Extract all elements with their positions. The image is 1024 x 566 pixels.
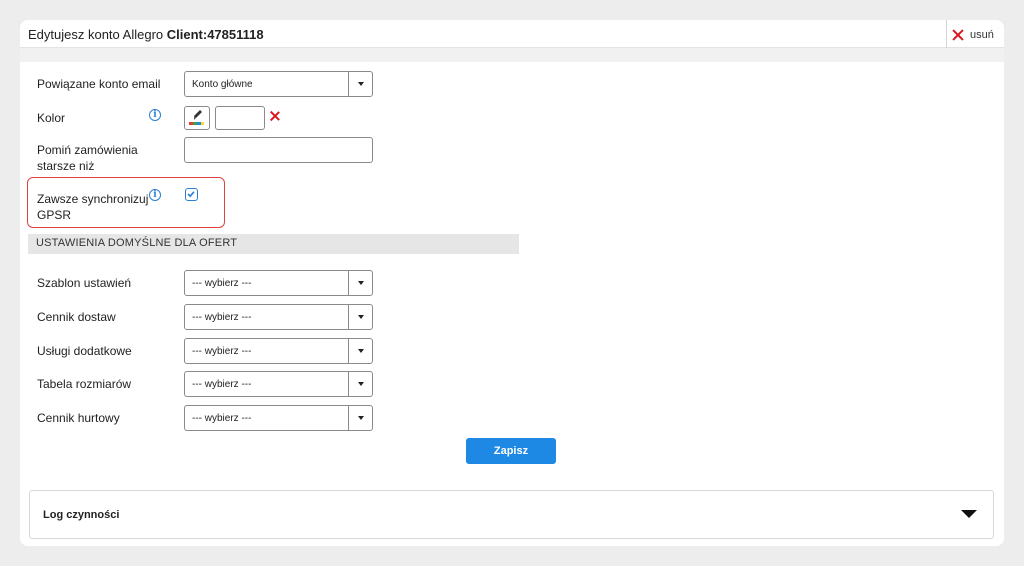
additional-services-select[interactable]: --- wybierz --- <box>184 338 373 364</box>
skip-orders-label-line1: Pomiń zamówienia <box>37 143 138 157</box>
template-label: Szablon ustawień <box>37 276 132 290</box>
additional-services-value: --- wybierz --- <box>192 346 252 357</box>
shipping-rates-value: --- wybierz --- <box>192 312 252 323</box>
shipping-rates-select[interactable]: --- wybierz --- <box>184 304 373 330</box>
card-header: Edytujesz konto Allegro Client:47851118 … <box>20 20 1004 48</box>
skip-orders-label-line2: starsze niż <box>37 159 95 173</box>
save-button[interactable]: Zapisz <box>466 438 556 464</box>
info-icon[interactable]: i <box>149 109 161 121</box>
template-select[interactable]: --- wybierz --- <box>184 270 373 296</box>
paint-bucket-icon <box>189 110 204 125</box>
wholesale-pricing-label: Cennik hurtowy <box>37 411 120 425</box>
activity-log-panel[interactable]: Log czynności <box>29 490 994 539</box>
color-picker-button[interactable] <box>184 106 210 130</box>
sync-gpsr-label-line2: GPSR <box>37 208 72 222</box>
skip-orders-field[interactable] <box>184 137 373 163</box>
caret-down-icon <box>348 72 372 96</box>
color-value-field[interactable] <box>215 106 265 130</box>
email-account-select[interactable]: Konto główne <box>184 71 373 97</box>
defaults-section-title: USTAWIENIA DOMYŚLNE DLA OFERT <box>36 237 238 249</box>
caret-down-icon <box>348 339 372 363</box>
sync-gpsr-label-line1: Zawsze synchronizuj <box>37 192 149 206</box>
defaults-section-header: USTAWIENIA DOMYŚLNE DLA OFERT <box>28 234 519 254</box>
caret-down-icon <box>348 271 372 295</box>
header-band <box>20 48 1004 62</box>
wholesale-pricing-select[interactable]: --- wybierz --- <box>184 405 373 431</box>
info-icon[interactable]: i <box>149 189 161 201</box>
header-divider <box>946 20 947 48</box>
wholesale-pricing-value: --- wybierz --- <box>192 413 252 424</box>
email-account-label: Powiązane konto email <box>37 77 161 91</box>
activity-log-title: Log czynności <box>43 509 120 521</box>
clear-color-icon[interactable] <box>270 111 280 121</box>
edit-account-card: Edytujesz konto Allegro Client:47851118 … <box>20 20 1004 546</box>
size-table-select[interactable]: --- wybierz --- <box>184 371 373 397</box>
color-label: Kolor <box>37 111 66 125</box>
title-client-id: Client:47851118 <box>166 27 264 42</box>
close-icon <box>952 29 964 41</box>
skip-orders-label: Pomiń zamówienia starsze niż <box>37 142 138 174</box>
delete-button[interactable]: usuń <box>952 26 994 44</box>
template-value: --- wybierz --- <box>192 278 252 289</box>
email-account-value: Konto główne <box>192 79 253 90</box>
caret-down-icon <box>348 305 372 329</box>
size-table-value: --- wybierz --- <box>192 379 252 390</box>
checkmark-icon <box>187 191 195 198</box>
additional-services-label: Usługi dodatkowe <box>37 344 132 358</box>
shipping-rates-label: Cennik dostaw <box>37 310 116 324</box>
caret-down-icon <box>348 372 372 396</box>
title-prefix: Edytujesz konto Allegro <box>28 27 164 42</box>
caret-down-icon <box>348 406 372 430</box>
sync-gpsr-label: Zawsze synchronizuj GPSR <box>37 191 148 223</box>
page-title: Edytujesz konto Allegro Client:47851118 <box>28 27 264 42</box>
size-table-label: Tabela rozmiarów <box>37 377 132 391</box>
triangle-down-icon[interactable] <box>961 510 977 518</box>
sync-gpsr-checkbox[interactable] <box>185 188 198 201</box>
delete-label: usuń <box>970 29 994 41</box>
